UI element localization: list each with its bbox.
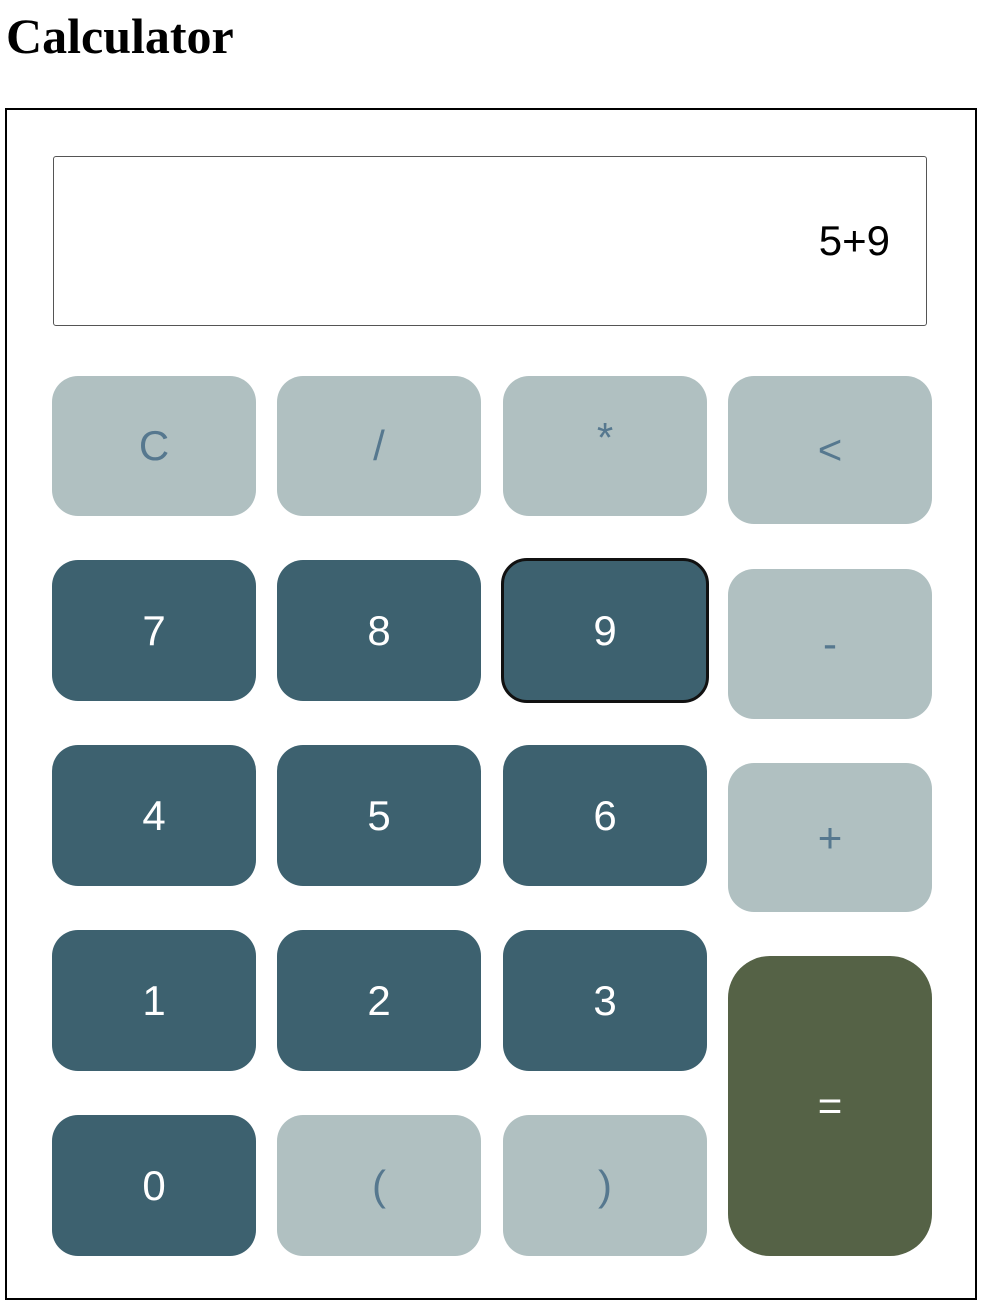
open-paren-button[interactable]: (: [277, 1115, 481, 1256]
digit-1-button[interactable]: 1: [52, 930, 256, 1071]
multiply-button[interactable]: *: [503, 376, 707, 516]
plus-button[interactable]: +: [728, 763, 932, 912]
minus-button[interactable]: -: [728, 569, 932, 719]
calculator: 5+9 C / * < 7 8 9 - 4 5 6 + 1 2 3 = 0 ( …: [5, 108, 977, 1300]
backspace-button[interactable]: <: [728, 376, 932, 524]
close-paren-button[interactable]: ): [503, 1115, 707, 1256]
digit-0-button[interactable]: 0: [52, 1115, 256, 1256]
page-title: Calculator: [6, 8, 234, 64]
digit-3-button[interactable]: 3: [503, 930, 707, 1071]
digit-9-button[interactable]: 9: [501, 558, 709, 703]
digit-4-button[interactable]: 4: [52, 745, 256, 886]
calculator-display: 5+9: [53, 156, 927, 326]
digit-5-button[interactable]: 5: [277, 745, 481, 886]
equals-button[interactable]: =: [728, 956, 932, 1256]
digit-8-button[interactable]: 8: [277, 560, 481, 701]
clear-button[interactable]: C: [52, 376, 256, 516]
display-value: 5+9: [818, 217, 890, 264]
digit-6-button[interactable]: 6: [503, 745, 707, 886]
digit-2-button[interactable]: 2: [277, 930, 481, 1071]
divide-button[interactable]: /: [277, 376, 481, 516]
digit-7-button[interactable]: 7: [52, 560, 256, 701]
